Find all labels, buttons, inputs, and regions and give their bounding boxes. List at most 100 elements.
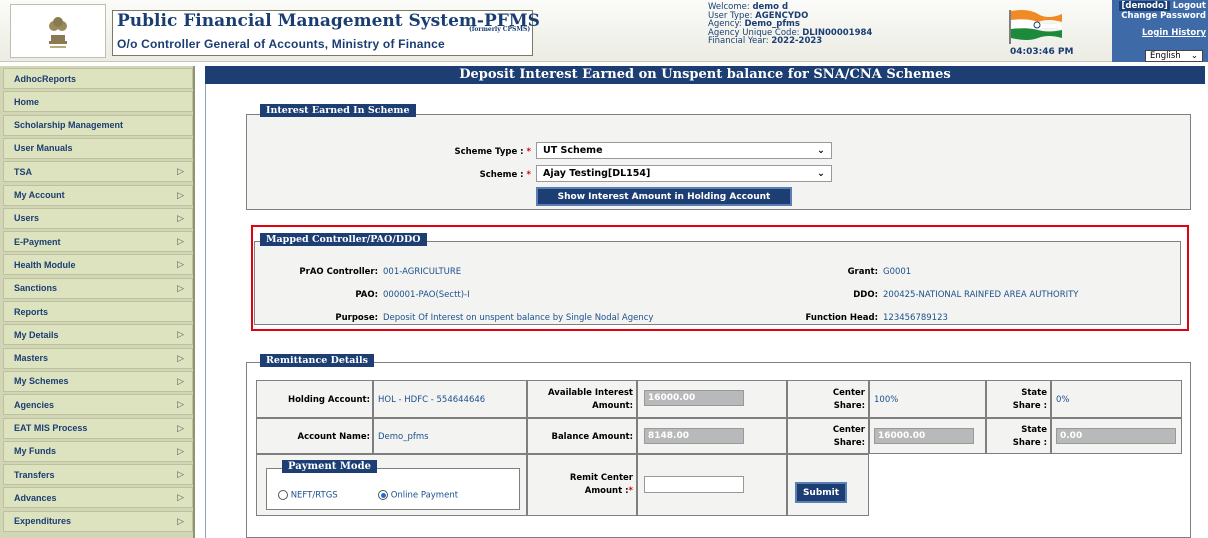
top-links: [demodo] Logout Change Password Login Hi… <box>1116 1 1206 39</box>
change-password-link[interactable]: Change Password <box>1116 11 1206 22</box>
avail-label-1: Available Interest <box>548 388 633 398</box>
submenu-arrow-icon: ▷ <box>177 212 184 223</box>
sidebar-item-label: My Account <box>14 190 65 200</box>
sidebar: AdhocReports Home Scholarship Management Us… <box>0 66 195 538</box>
sidebar-item-my-details[interactable]: My Details ▷ <box>3 324 193 346</box>
sidebar-item-e-payment[interactable]: E-Payment ▷ <box>3 231 193 253</box>
scheme-type-select[interactable]: UT Scheme ⌄ <box>536 142 832 159</box>
center-share-value: 100% <box>874 395 899 405</box>
sidebar-item-transfers[interactable]: Transfers ▷ <box>3 464 193 486</box>
sidebar-item-reports[interactable]: Reports <box>3 301 193 322</box>
state-share-label-2: Share : <box>1012 401 1047 411</box>
interest-legend: Interest Earned In Scheme <box>260 104 416 117</box>
submenu-arrow-icon: ▷ <box>177 399 184 410</box>
sidebar-item-health-module[interactable]: Health Module ▷ <box>3 254 193 276</box>
sidebar-item-sanctions[interactable]: Sanctions ▷ <box>3 277 193 299</box>
holding-label: Holding Account: <box>287 395 370 405</box>
state-share-amount-field: 0.00 <box>1056 428 1176 444</box>
remit-label-2: Amount : <box>584 486 629 496</box>
sidebar-item-label: Users <box>14 213 40 224</box>
national-emblem-logo <box>10 4 106 58</box>
sidebar-item-label: Advances <box>14 492 57 503</box>
pfms-logo-title: Public Financial Management System-PFMS … <box>112 10 540 56</box>
sidebar-item-users[interactable]: Users ▷ <box>3 207 193 229</box>
sidebar-item-eat-mis-process[interactable]: EAT MIS Process ▷ <box>3 417 193 439</box>
avail-label-2: Amount: <box>592 401 633 411</box>
india-flag-icon <box>1008 8 1064 44</box>
highlight-box <box>251 225 1189 331</box>
required-marker: * <box>526 170 531 180</box>
sidebar-item-label: Expenditures <box>14 516 72 527</box>
submit-button[interactable]: Submit <box>795 482 847 503</box>
online-payment-radio[interactable] <box>378 490 388 500</box>
sidebar-item-label: Home <box>14 96 40 107</box>
scheme-value: Ajay Testing[DL154] <box>543 168 651 179</box>
submenu-arrow-icon: ▷ <box>177 445 184 456</box>
online-payment-option[interactable]: Online Payment <box>378 490 458 501</box>
sidebar-item-user-manuals[interactable]: User Manuals <box>3 137 193 159</box>
sidebar-item-advances[interactable]: Advances ▷ <box>3 487 193 509</box>
sidebar-item-agencies[interactable]: Agencies ▷ <box>3 394 193 416</box>
remittance-legend: Remittance Details <box>260 354 374 367</box>
header-banner: Public Financial Management System-PFMS … <box>0 0 1208 62</box>
sidebar-item-tsa[interactable]: TSA ▷ <box>3 161 193 183</box>
remit-label: Remit Center Amount :* <box>529 472 633 498</box>
state-share-label: State Share : <box>988 387 1047 413</box>
sidebar-item-scholarship-management[interactable]: Scholarship Management <box>3 114 193 136</box>
app-subtitle: O/o Controller General of Accounts, Mini… <box>117 37 445 51</box>
sidebar-item-adhocreports[interactable]: AdhocReports <box>3 68 193 89</box>
sidebar-item-label: AdhocReports <box>14 73 77 84</box>
sidebar-item-masters[interactable]: Masters ▷ <box>3 347 193 369</box>
sidebar-item-label: TSA <box>14 166 32 177</box>
avail-amount-field: 16000.00 <box>644 390 744 406</box>
sidebar-item-label: Health Module <box>14 259 76 270</box>
remit-label-1: Remit Center <box>569 473 633 483</box>
sidebar-item-label: Masters <box>14 353 49 364</box>
submenu-arrow-icon: ▷ <box>177 329 184 340</box>
fy-label: Financial Year: <box>708 36 769 47</box>
clock: 04:03:46 PM <box>1010 47 1074 57</box>
submenu-arrow-icon: ▷ <box>177 422 184 433</box>
neft-radio[interactable] <box>278 490 288 500</box>
sidebar-item-label: Sanctions <box>14 283 58 294</box>
language-select[interactable]: English ⌄ <box>1145 50 1203 62</box>
sidebar-item-label: Scholarship Management <box>14 120 124 131</box>
state-share-label-1: State <box>1021 388 1047 398</box>
remit-center-amount-input[interactable] <box>644 476 744 493</box>
sidebar-item-expenditures[interactable]: Expenditures ▷ <box>3 510 193 532</box>
account-name-label: Account Name: <box>297 432 371 442</box>
center-share-amt-label: Center Share: <box>789 424 865 450</box>
chevron-down-icon: ⌄ <box>1190 51 1198 61</box>
scheme-type-label: Scheme Type : * <box>356 147 531 157</box>
center-share-amt-label-2: Share: <box>833 438 865 448</box>
show-interest-button[interactable]: Show Interest Amount in Holding Account <box>536 187 792 206</box>
payment-mode-legend: Payment Mode <box>282 460 377 473</box>
user-info: Welcome: demo d User Type: AGENCYDO Agen… <box>708 3 872 46</box>
logout-link[interactable]: Logout <box>1173 1 1206 11</box>
sidebar-item-label: Reports <box>14 306 49 317</box>
sidebar-item-my-funds[interactable]: My Funds ▷ <box>3 440 193 462</box>
sidebar-item-label: My Schemes <box>14 376 69 387</box>
sidebar-item-home[interactable]: Home <box>3 91 193 113</box>
login-history-link[interactable]: Login History <box>1116 28 1206 39</box>
center-share-label: Center Share: <box>789 387 865 413</box>
scheme-select[interactable]: Ajay Testing[DL154] ⌄ <box>536 165 832 182</box>
balance-amount-field: 8148.00 <box>644 428 744 444</box>
user-link[interactable]: [demodo] <box>1119 1 1170 11</box>
submenu-arrow-icon: ▷ <box>177 236 184 247</box>
sidebar-item-my-account[interactable]: My Account ▷ <box>3 184 193 206</box>
sidebar-item-my-schemes[interactable]: My Schemes ▷ <box>3 370 193 392</box>
sidebar-item-label: Transfers <box>14 469 55 480</box>
sidebar-item-label: My Funds <box>14 446 56 457</box>
submenu-arrow-icon: ▷ <box>177 515 184 526</box>
page-content: Interest Earned In Scheme Scheme Type : … <box>205 84 1205 538</box>
neft-option[interactable]: NEFT/RTGS <box>278 490 338 501</box>
account-name-value: Demo_pfms <box>378 432 429 442</box>
sidebar-item-label: My Details <box>14 329 59 340</box>
submenu-arrow-icon: ▷ <box>177 469 184 480</box>
submenu-arrow-icon: ▷ <box>177 375 184 386</box>
required-marker: * <box>628 486 633 496</box>
scheme-label-text: Scheme : <box>479 170 524 180</box>
sidebar-item-label: Agencies <box>14 399 55 410</box>
submenu-arrow-icon: ▷ <box>177 259 184 270</box>
